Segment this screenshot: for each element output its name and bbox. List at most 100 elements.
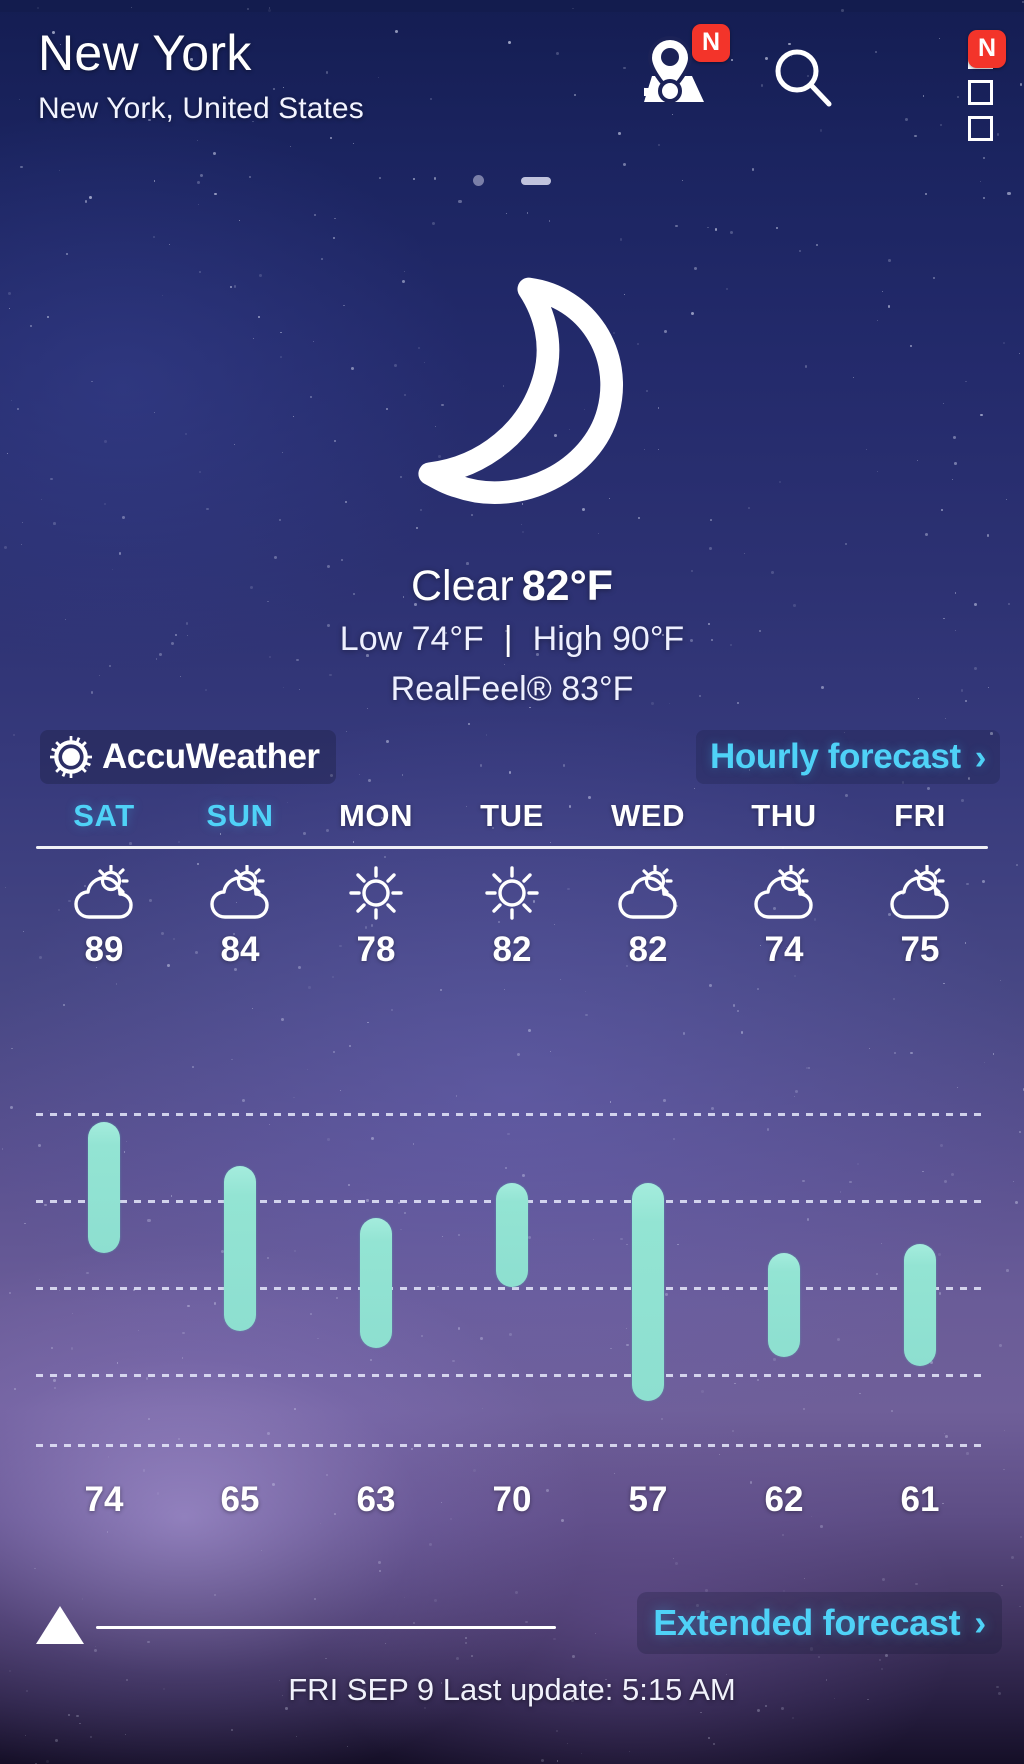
- chart-bar-col: [308, 1096, 444, 1444]
- day-high-temp: 89: [84, 930, 124, 969]
- crescent-moon-icon: [418, 277, 623, 505]
- weather-app-screen: New York New York, United States N N Cle…: [0, 0, 1024, 1764]
- temperature-range-chart: [36, 1096, 988, 1447]
- temp-range-bar: [768, 1252, 800, 1357]
- forecast-day-fri[interactable]: FRI: [852, 798, 988, 834]
- day-low-temp: 70: [492, 1480, 532, 1519]
- day-names-row: SAT SUN MON TUE WED THU FRI: [36, 798, 988, 834]
- current-weather-icon-wrap: [0, 255, 1024, 512]
- day-low-temp: 61: [900, 1480, 940, 1519]
- day-label: FRI: [894, 798, 946, 833]
- day-highs-row: 89 84 78 82 82 74 75: [36, 926, 988, 970]
- extended-forecast-label: Extended forecast: [653, 1602, 961, 1643]
- partly-cloudy-icon: [210, 864, 269, 919]
- temp-range-bar: [904, 1243, 936, 1366]
- last-update-text: FRI SEP 9 Last update: 5:15 AM: [288, 1672, 736, 1707]
- page-indicator[interactable]: [0, 172, 1024, 190]
- realfeel-temperature: RealFeel® 83°F: [390, 670, 634, 708]
- page-title: New York: [38, 25, 252, 81]
- forecast-day-sat[interactable]: SAT: [36, 798, 172, 834]
- chevron-right-icon: ›: [974, 737, 987, 777]
- day-low-temp: 65: [220, 1480, 260, 1519]
- day-icon-cell: [36, 864, 172, 926]
- forecast-day-sun[interactable]: SUN: [172, 798, 308, 834]
- chevron-right-icon-2: ›: [974, 1602, 986, 1643]
- day-low-temp: 74: [84, 1480, 124, 1519]
- day-high-temp: 74: [764, 930, 804, 969]
- forecast-day-thu[interactable]: THU: [716, 798, 852, 834]
- provider-row: AccuWeather Hourly forecast ›: [0, 730, 1024, 790]
- low-high-row: Low 74°F | High 90°F: [0, 620, 1024, 659]
- page-dot-2-active[interactable]: [520, 176, 551, 185]
- region-subtitle: New York, United States: [38, 92, 364, 125]
- chart-bar-col: [172, 1096, 308, 1444]
- day-icons-row: [36, 864, 988, 926]
- current-condition-label: Clear: [410, 562, 514, 610]
- day-high-temp: 82: [628, 930, 668, 969]
- forecast-day-wed[interactable]: WED: [580, 798, 716, 834]
- day-high-temp: 82: [492, 930, 532, 969]
- chart-bar-col: [852, 1096, 988, 1444]
- day-label: WED: [610, 798, 686, 833]
- day-label: MON: [338, 798, 414, 833]
- status-bar: [0, 0, 1024, 12]
- partly-cloudy-icon: [754, 864, 813, 919]
- day-label: SUN: [206, 798, 274, 833]
- temp-range-bar: [496, 1183, 528, 1288]
- extended-forecast-button[interactable]: Extended forecast ›: [637, 1592, 1002, 1654]
- current-temperature: 82°F: [521, 562, 614, 610]
- day-icon-cell: [852, 864, 988, 926]
- day-label: SAT: [73, 798, 135, 833]
- partly-cloudy-icon: [618, 864, 677, 919]
- chart-bar-col: [716, 1096, 852, 1444]
- menu-squares-icon[interactable]: N: [968, 30, 1006, 141]
- day-icon-cell: [308, 865, 444, 926]
- partly-cloudy-icon: [890, 864, 949, 919]
- sunny-icon: [349, 866, 403, 920]
- current-condition-row: Clear 82°F: [0, 562, 1024, 611]
- day-lows-row: 74 65 63 70 57 62 61: [36, 1480, 988, 1520]
- partly-cloudy-icon: [74, 864, 133, 919]
- day-icon-cell: [716, 864, 852, 926]
- header: New York New York, United States N N: [0, 22, 1024, 142]
- hourly-forecast-button[interactable]: Hourly forecast ›: [695, 730, 1000, 784]
- gridline-4: [36, 1444, 988, 1447]
- chart-bar-col: [580, 1096, 716, 1444]
- low-high-separator: |: [503, 620, 513, 658]
- map-notification-badge: N: [692, 24, 730, 62]
- chart-bar-col: [36, 1096, 172, 1444]
- temp-range-bar: [224, 1165, 256, 1331]
- day-high-temp: 75: [900, 930, 940, 969]
- current-high: High 90°F: [532, 620, 685, 658]
- triangle-up-icon[interactable]: [36, 1606, 84, 1644]
- accuweather-logo[interactable]: AccuWeather: [40, 730, 336, 784]
- day-icon-cell: [172, 864, 308, 926]
- temp-range-bar: [632, 1183, 664, 1401]
- day-high-temp: 78: [356, 930, 396, 969]
- day-label: TUE: [480, 798, 544, 833]
- temp-range-bar: [360, 1217, 392, 1349]
- forecast-day-mon[interactable]: MON: [308, 798, 444, 834]
- location-pin-map-icon[interactable]: N: [632, 24, 730, 115]
- sunny-icon: [485, 866, 539, 920]
- day-low-temp: 63: [356, 1480, 396, 1519]
- day-low-temp: 62: [764, 1480, 804, 1519]
- day-low-temp: 57: [628, 1480, 668, 1519]
- forecast-day-tue[interactable]: TUE: [444, 798, 580, 834]
- provider-name: AccuWeather: [102, 737, 320, 776]
- page-dot-1[interactable]: [473, 175, 485, 187]
- chart-bar-col: [444, 1096, 580, 1444]
- temp-range-bar: [88, 1122, 120, 1253]
- menu-notification-badge: N: [968, 30, 1006, 68]
- daily-forecast: SAT SUN MON TUE WED THU FRI 89 84 78 82 82 74 75: [36, 798, 988, 970]
- day-high-temp: 84: [220, 930, 260, 969]
- search-icon[interactable]: [772, 46, 834, 113]
- bottom-bar: Extended forecast ›: [0, 1592, 1024, 1656]
- day-icon-cell: [444, 865, 580, 926]
- current-low: Low 74°F: [339, 620, 484, 658]
- day-icon-cell: [580, 864, 716, 926]
- divider: [36, 846, 988, 849]
- sun-logo-icon: [50, 736, 92, 778]
- hourly-forecast-label: Hourly forecast: [709, 737, 961, 776]
- chart-bars: [36, 1096, 988, 1444]
